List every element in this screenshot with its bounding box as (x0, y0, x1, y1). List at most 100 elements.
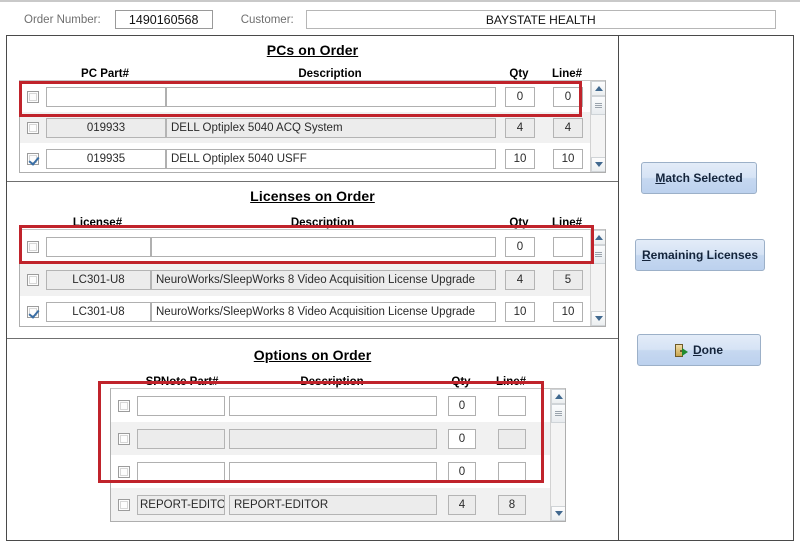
checkbox-icon[interactable] (27, 90, 39, 103)
checkbox-icon[interactable] (27, 306, 39, 318)
row-select-checkbox[interactable] (20, 152, 46, 165)
table-row[interactable]: 0 0 (20, 81, 605, 112)
scrollbar-thumb[interactable] (591, 96, 605, 115)
line-field[interactable]: 4 (553, 117, 583, 138)
scroll-down-button[interactable] (591, 157, 605, 172)
exit-door-icon (674, 343, 688, 357)
line-field[interactable] (498, 395, 526, 416)
section-options-on-order: Options on Order SPNote Part# Descriptio… (7, 338, 618, 540)
line-field[interactable]: 0 (553, 86, 583, 107)
qty-field[interactable]: 0 (448, 428, 476, 449)
order-matching-window: Order Number: 1490160568 Customer: BAYST… (0, 0, 800, 545)
line-field[interactable] (553, 236, 583, 257)
scroll-down-button[interactable] (551, 506, 565, 521)
checkbox-icon[interactable] (27, 121, 39, 134)
checkbox-icon[interactable] (27, 273, 39, 286)
table-row[interactable]: 0 (111, 455, 565, 488)
row-select-checkbox[interactable] (111, 399, 137, 412)
row-select-checkbox[interactable] (20, 306, 46, 318)
description-field[interactable] (229, 395, 437, 416)
row-select-checkbox[interactable] (20, 121, 46, 134)
orders-pane: PCs on Order PC Part# Description Qty Li… (7, 36, 619, 540)
table-row[interactable]: REPORT-EDITOR REPORT-EDITOR 4 8 (111, 488, 565, 521)
part-field[interactable]: 019935 (46, 148, 166, 169)
scroll-down-button[interactable] (591, 311, 605, 326)
description-field[interactable] (229, 428, 437, 449)
row-select-checkbox[interactable] (20, 273, 46, 286)
part-field[interactable] (137, 395, 225, 416)
checkbox-icon[interactable] (27, 152, 39, 165)
line-field[interactable]: 10 (553, 302, 583, 322)
match-selected-button[interactable]: Match Selected (641, 162, 757, 194)
description-field[interactable]: DELL Optiplex 5040 USFF (166, 148, 496, 169)
licenses-col-qty: Qty (509, 217, 529, 229)
part-field[interactable] (137, 428, 225, 449)
part-field[interactable] (137, 461, 225, 482)
done-button[interactable]: Done (637, 334, 761, 366)
pcs-vertical-scrollbar[interactable] (590, 81, 605, 172)
table-row[interactable]: 0 (111, 389, 565, 422)
scroll-up-button[interactable] (591, 81, 605, 96)
chevron-down-icon (594, 162, 603, 167)
checkbox-icon[interactable] (118, 432, 130, 445)
remaining-licenses-button[interactable]: Remaining Licenses (635, 239, 765, 271)
qty-field[interactable]: 0 (505, 86, 535, 107)
table-row[interactable]: 019933 DELL Optiplex 5040 ACQ System 4 4 (20, 112, 605, 143)
order-number-field[interactable]: 1490160568 (114, 10, 213, 29)
table-row[interactable]: 0 (20, 230, 605, 263)
description-field[interactable]: DELL Optiplex 5040 ACQ System (166, 117, 496, 138)
qty-field[interactable]: 0 (448, 395, 476, 416)
part-field[interactable]: 019933 (46, 117, 166, 138)
checkbox-icon[interactable] (118, 399, 130, 412)
pcs-grid-header: PC Part# Description Qty Line# (19, 63, 606, 80)
checkbox-icon[interactable] (118, 498, 130, 511)
scrollbar-thumb[interactable] (591, 245, 605, 264)
options-vertical-scrollbar[interactable] (550, 389, 565, 521)
qty-field[interactable]: 10 (505, 148, 535, 169)
chevron-down-icon (594, 316, 603, 321)
description-field[interactable] (151, 236, 496, 257)
section-pcs-on-order: PCs on Order PC Part# Description Qty Li… (7, 36, 618, 181)
line-field[interactable]: 5 (553, 269, 583, 290)
customer-field[interactable]: BAYSTATE HEALTH (305, 10, 776, 29)
table-row[interactable]: LC301-U8 NeuroWorks/SleepWorks 8 Video A… (20, 263, 605, 296)
pcs-col-qty: Qty (509, 68, 529, 80)
part-field[interactable] (46, 86, 166, 107)
line-field[interactable]: 10 (553, 148, 583, 169)
line-field[interactable] (498, 461, 526, 482)
license-field[interactable]: LC301-U8 (46, 302, 151, 322)
row-select-checkbox[interactable] (111, 498, 137, 511)
license-field[interactable]: LC301-U8 (46, 269, 151, 290)
qty-field[interactable]: 4 (505, 269, 535, 290)
description-field[interactable]: REPORT-EDITOR (229, 494, 437, 515)
qty-field[interactable]: 0 (448, 461, 476, 482)
qty-field[interactable]: 4 (505, 117, 535, 138)
scrollbar-thumb[interactable] (551, 404, 565, 423)
options-grid-body: 0 0 0 REPORT-EDITOR REPORT-EDITOR 4 8 (110, 388, 566, 522)
checkbox-icon[interactable] (27, 240, 39, 253)
qty-field[interactable]: 0 (505, 236, 535, 257)
part-field[interactable]: REPORT-EDITOR (137, 494, 225, 515)
order-number-label: Order Number: (24, 13, 101, 26)
scroll-up-button[interactable] (551, 389, 565, 404)
line-field[interactable] (498, 428, 526, 449)
pcs-col-line: Line# (551, 68, 583, 80)
line-field[interactable]: 8 (498, 494, 526, 515)
table-row[interactable]: 019935 DELL Optiplex 5040 USFF 10 10 (20, 143, 605, 172)
licenses-vertical-scrollbar[interactable] (590, 230, 605, 326)
description-field[interactable] (229, 461, 437, 482)
description-field[interactable] (166, 86, 496, 107)
table-row[interactable]: 0 (111, 422, 565, 455)
table-row[interactable]: LC301-U8 NeuroWorks/SleepWorks 8 Video A… (20, 296, 605, 326)
row-select-checkbox[interactable] (111, 432, 137, 445)
qty-field[interactable]: 10 (505, 302, 535, 322)
description-field[interactable]: NeuroWorks/SleepWorks 8 Video Acquisitio… (151, 302, 496, 322)
row-select-checkbox[interactable] (111, 465, 137, 478)
description-field[interactable]: NeuroWorks/SleepWorks 8 Video Acquisitio… (151, 269, 496, 290)
checkbox-icon[interactable] (118, 465, 130, 478)
scroll-up-button[interactable] (591, 230, 605, 245)
row-select-checkbox[interactable] (20, 90, 46, 103)
license-field[interactable] (46, 236, 151, 257)
row-select-checkbox[interactable] (20, 240, 46, 253)
qty-field[interactable]: 4 (448, 494, 476, 515)
